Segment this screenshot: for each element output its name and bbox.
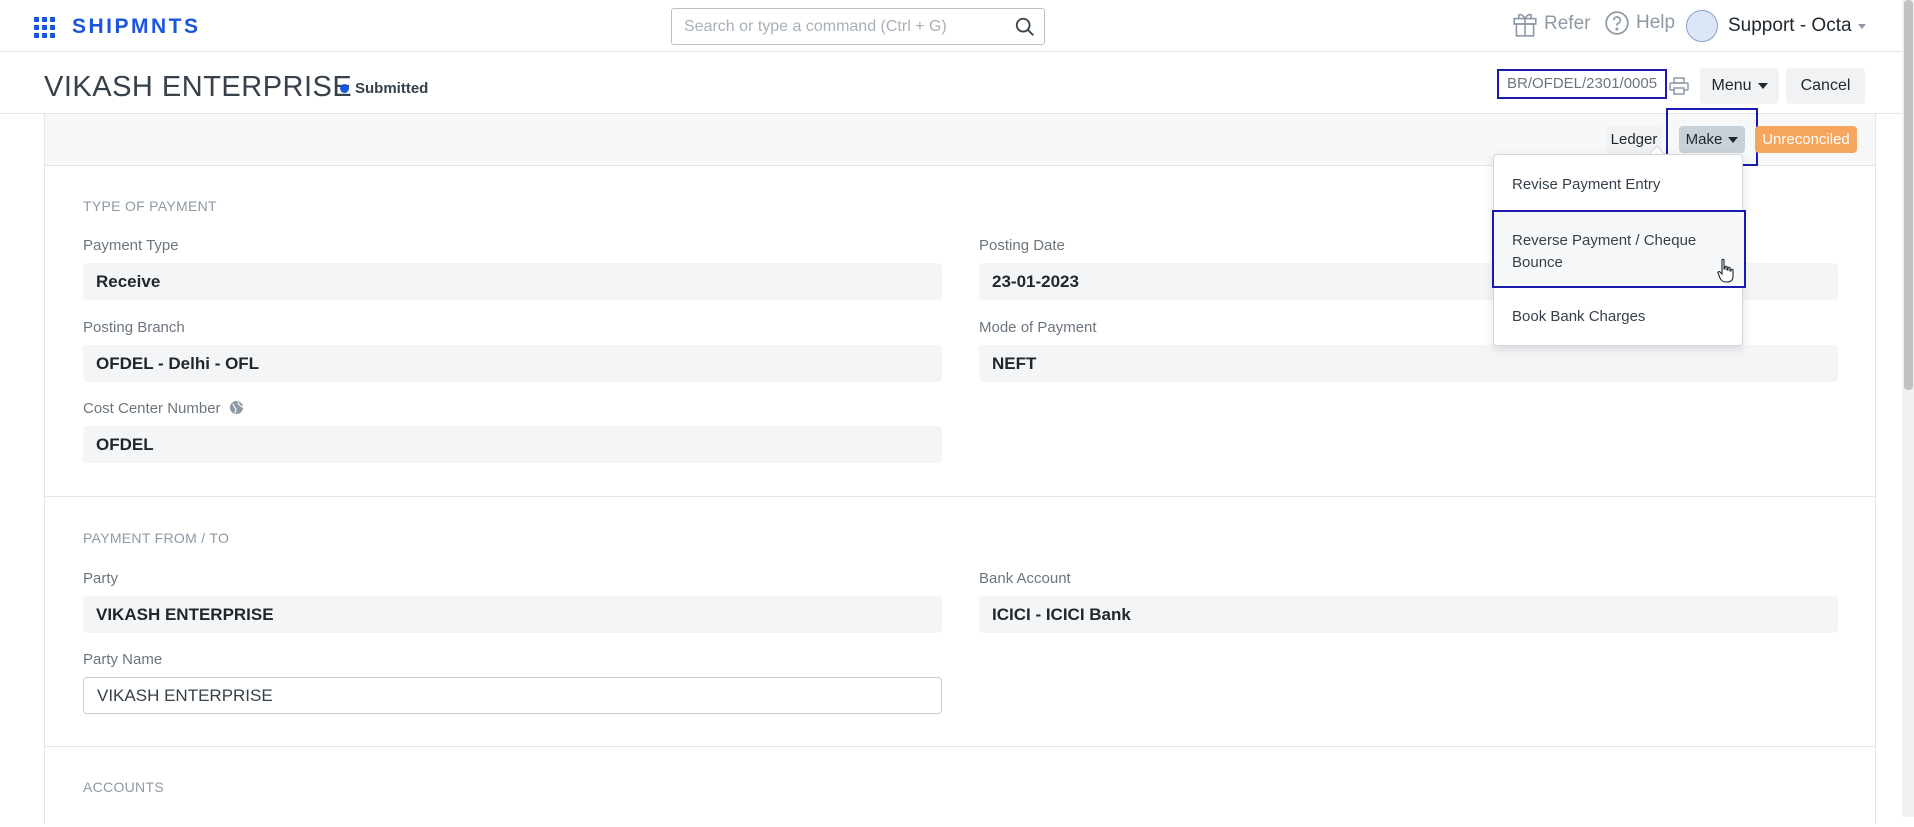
help-icon bbox=[1605, 11, 1629, 35]
make-dropdown-menu: Revise Payment Entry Reverse Payment / C… bbox=[1492, 154, 1746, 346]
globe-icon bbox=[229, 400, 244, 415]
bank-account-value[interactable]: ICICI - ICICI Bank bbox=[979, 596, 1838, 633]
party-value[interactable]: VIKASH ENTERPRISE bbox=[83, 596, 942, 633]
section-accounts: ACCOUNTS bbox=[45, 747, 1875, 827]
mode-of-payment-value: NEFT bbox=[979, 345, 1838, 382]
menu-button[interactable]: Menu bbox=[1700, 68, 1779, 104]
menu-item-reverse-payment[interactable]: Reverse Payment / Cheque Bounce bbox=[1492, 210, 1746, 288]
chevron-down-icon bbox=[1857, 23, 1866, 29]
top-navbar: SHIPMNTS Refer Help Support - Octa bbox=[0, 0, 1902, 52]
section-title: TYPE OF PAYMENT bbox=[83, 198, 217, 214]
user-label: Support - Octa bbox=[1728, 15, 1852, 36]
mode-of-payment-label: Mode of Payment bbox=[979, 319, 1097, 336]
cost-center-label: Cost Center Number bbox=[83, 400, 221, 417]
page-title: VIKASH ENTERPRISE bbox=[44, 71, 353, 103]
refer-link[interactable]: Refer bbox=[1512, 10, 1590, 38]
search-bar[interactable] bbox=[671, 8, 1045, 45]
page-scrollbar[interactable] bbox=[1902, 0, 1914, 817]
user-menu[interactable]: Support - Octa bbox=[1686, 10, 1866, 42]
make-label: Make bbox=[1685, 131, 1723, 148]
print-icon[interactable] bbox=[1669, 77, 1689, 95]
cost-center-value: OFDEL bbox=[83, 426, 942, 463]
cost-center-label-wrap: Cost Center Number bbox=[83, 400, 244, 417]
posting-branch-value: OFDEL - Delhi - OFL bbox=[83, 345, 942, 382]
status-dot-icon bbox=[340, 84, 349, 93]
menu-item-book-bank-charges[interactable]: Book Bank Charges bbox=[1494, 306, 1742, 328]
status-indicator: Submitted bbox=[340, 80, 428, 97]
party-name-label: Party Name bbox=[83, 651, 163, 668]
help-link[interactable]: Help bbox=[1604, 10, 1675, 36]
unreconciled-badge: Unreconciled bbox=[1755, 126, 1857, 153]
search-icon[interactable] bbox=[1014, 16, 1036, 38]
payment-type-label: Payment Type bbox=[83, 237, 179, 254]
avatar bbox=[1686, 10, 1718, 42]
document-id[interactable]: BR/OFDEL/2301/0005 bbox=[1497, 69, 1668, 99]
payment-type-value: Receive bbox=[83, 263, 942, 300]
section-title: ACCOUNTS bbox=[83, 779, 164, 795]
chevron-down-icon bbox=[1757, 83, 1768, 89]
bank-account-label: Bank Account bbox=[979, 570, 1071, 587]
gift-icon bbox=[1513, 13, 1537, 37]
menu-item-revise-payment-entry[interactable]: Revise Payment Entry bbox=[1494, 174, 1742, 196]
section-title: PAYMENT FROM / TO bbox=[83, 530, 230, 546]
make-button[interactable]: Make bbox=[1679, 126, 1745, 153]
cancel-button[interactable]: Cancel bbox=[1786, 68, 1865, 104]
help-label: Help bbox=[1636, 12, 1676, 33]
party-name-field[interactable]: VIKASH ENTERPRISE bbox=[83, 677, 942, 714]
section-payment-from-to: PAYMENT FROM / TO Party VIKASH ENTERPRIS… bbox=[45, 497, 1875, 747]
posting-branch-label: Posting Branch bbox=[83, 319, 185, 336]
posting-date-label: Posting Date bbox=[979, 237, 1065, 254]
refer-label: Refer bbox=[1544, 13, 1591, 34]
chevron-down-icon bbox=[1728, 136, 1739, 143]
party-label: Party bbox=[83, 570, 119, 587]
apps-grid-icon[interactable] bbox=[34, 17, 55, 38]
scrollbar-thumb[interactable] bbox=[1904, 0, 1913, 390]
brand-logo[interactable]: SHIPMNTS bbox=[72, 15, 201, 39]
menu-label: Menu bbox=[1711, 77, 1752, 94]
search-input[interactable] bbox=[672, 9, 992, 44]
hand-cursor-icon bbox=[1717, 258, 1734, 283]
status-label: Submitted bbox=[355, 80, 429, 97]
page-header: VIKASH ENTERPRISE Submitted BR/OFDEL/230… bbox=[0, 53, 1902, 114]
